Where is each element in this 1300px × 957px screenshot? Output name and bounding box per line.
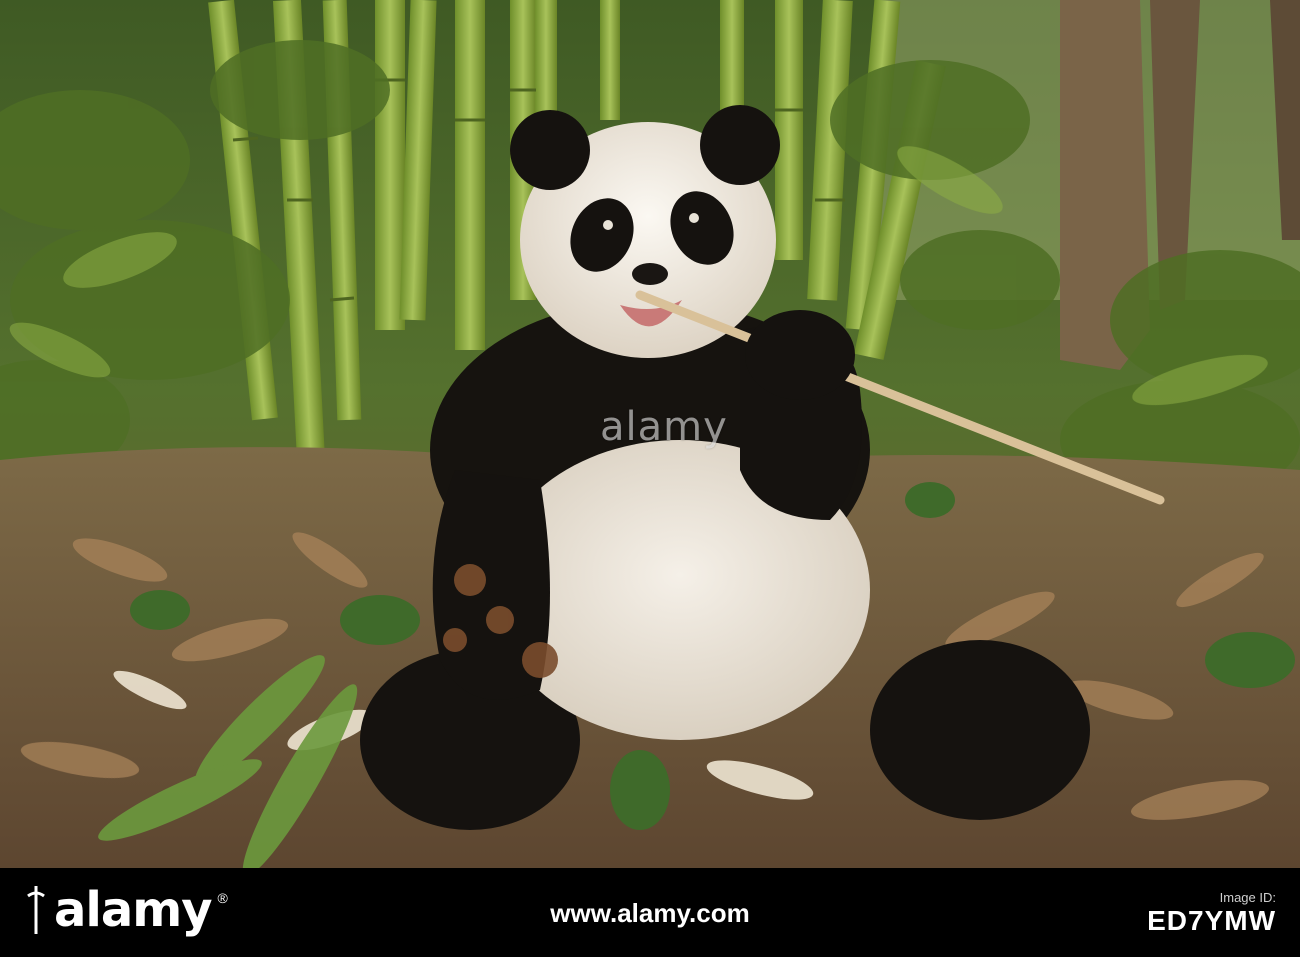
panda-left-ear: [510, 110, 590, 190]
panda-right-ear: [700, 105, 780, 185]
image-id: ED7YMW: [1147, 905, 1276, 936]
image-id-block: Image ID: ED7YMW: [1147, 890, 1276, 937]
image-id-label: Image ID:: [1219, 890, 1276, 905]
site-domain[interactable]: www.alamy.com: [0, 898, 1300, 929]
panda-right-leg: [870, 640, 1090, 820]
stock-footer-bar: alamy ® www.alamy.com Image ID: ED7YMW: [0, 868, 1300, 957]
panda-paw: [745, 310, 855, 400]
panda-photo: [0, 0, 1300, 868]
panda-nose: [632, 263, 668, 285]
